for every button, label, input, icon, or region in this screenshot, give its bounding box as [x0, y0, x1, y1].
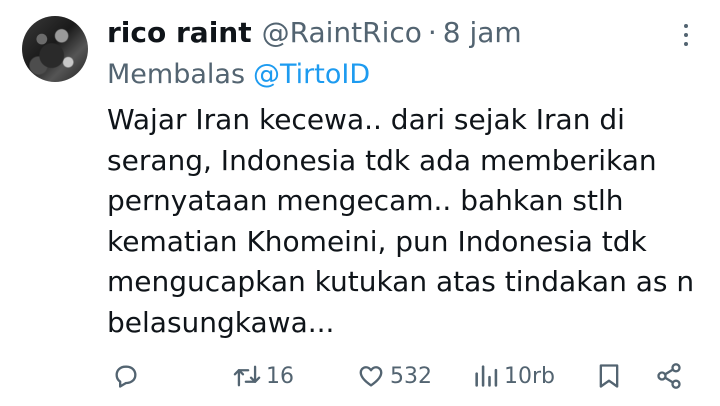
tweet-header: rico raint @RaintRico · 8 jam	[107, 12, 522, 52]
reply-button[interactable]	[112, 356, 140, 396]
tweet-text: Wajar Iran kecewa.. dari sejak Iran di s…	[107, 100, 707, 343]
display-name[interactable]: rico raint	[107, 16, 252, 49]
retweet-button[interactable]: 16	[232, 356, 294, 396]
reply-mention-link[interactable]: @TirtoID	[253, 59, 370, 90]
tweet-text-line: mengucapkan kutukan atas tindakan as n	[107, 265, 695, 298]
like-button[interactable]: 532	[356, 356, 432, 396]
views-button[interactable]: 10rb	[472, 356, 555, 396]
bookmark-icon	[596, 362, 622, 390]
retweet-icon	[232, 362, 262, 390]
share-icon	[654, 362, 684, 390]
tweet-text-line: Wajar Iran kecewa.. dari sejak Iran di	[107, 103, 625, 136]
heart-icon	[356, 362, 386, 390]
more-options-icon[interactable]	[676, 20, 696, 50]
share-button[interactable]	[654, 356, 684, 396]
reply-context: Membalas @TirtoID	[107, 56, 370, 92]
tweet-text-line: serang, Indonesia tdk ada memberikan	[107, 143, 657, 177]
tweet-text-line: belasungkawa...	[107, 305, 335, 339]
action-bar: 16 532 10rb	[0, 356, 720, 396]
user-handle[interactable]: @RaintRico	[262, 16, 422, 49]
retweet-count: 16	[266, 363, 294, 389]
reply-icon	[112, 362, 140, 390]
tweet-text-line: pernyataan mengecam.. bahkan stlh	[107, 184, 624, 217]
avatar[interactable]	[22, 16, 88, 82]
tweet-text-line: kematian Khomeini, pun Indonesia tdk	[107, 224, 647, 258]
timestamp[interactable]: 8 jam	[443, 16, 522, 49]
bookmark-button[interactable]	[596, 356, 622, 396]
tweet[interactable]: rico raint @RaintRico · 8 jam Membalas @…	[0, 0, 720, 406]
like-count: 532	[390, 363, 432, 389]
views-icon	[472, 362, 500, 390]
views-count: 10rb	[504, 363, 556, 389]
reply-prefix: Membalas	[107, 58, 246, 90]
separator-dot: ·	[427, 15, 437, 49]
